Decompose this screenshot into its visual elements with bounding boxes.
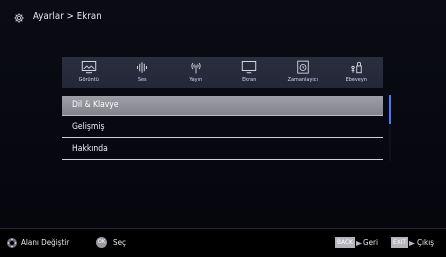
back-hint-label: Geri [363,238,378,247]
menu-item-hakkinda[interactable]: Hakkında [62,140,383,160]
tab-label: Görüntü [78,77,99,83]
tab-ebeveyn[interactable]: Ebeveyn [332,57,380,88]
tab-label: Ebeveyn [345,77,367,83]
timer-icon [297,60,309,74]
back-key-badge[interactable]: BACK [335,237,355,248]
settings-menu: Dil & Klavye Gelişmiş Hakkında [62,96,383,160]
arrow-right-icon [356,241,362,246]
tab-label: Ses [137,77,147,83]
ok-hint-label: Seç [113,238,126,247]
tv-settings-screen: Ayarlar > Ekran Görüntü Ses Yayın Ekran … [0,0,446,257]
settings-tab-bar: Görüntü Ses Yayın Ekran Zamanlayıcı Ebev… [62,57,383,88]
exit-key-badge[interactable]: EXIT [391,237,408,248]
broadcast-icon [191,62,201,74]
arrow-right-icon [409,241,415,246]
header-bar: Ayarlar > Ekran [0,0,446,34]
tab-goruntu[interactable]: Görüntü [65,57,113,88]
menu-item-gelismis[interactable]: Gelişmiş [62,118,383,138]
breadcrumb-title: Ayarlar > Ekran [33,11,102,22]
tab-label: Zamanlayıcı [287,77,318,83]
tab-ses[interactable]: Ses [118,57,166,88]
footer-hint-bar: Alanı Değiştir OK Seç BACK Geri EXIT Çık… [0,228,446,257]
monitor-icon [242,61,257,74]
gear-icon [14,13,24,23]
ok-key-badge: OK [96,237,107,248]
exit-hint-label: Çıkış [417,238,434,247]
nav-hint-label: Alanı Değiştir [21,238,70,247]
sound-icon [137,62,148,73]
tab-label: Ekran [242,77,257,83]
menu-item-dil-klavye[interactable]: Dil & Klavye [62,96,383,116]
picture-icon [81,61,96,74]
parental-lock-icon [351,61,362,74]
tab-label: Yayın [189,77,203,83]
tab-yayin[interactable]: Yayın [172,57,220,88]
navigation-pad-icon [7,238,17,248]
tab-ekran[interactable]: Ekran [225,57,273,88]
scrollbar-thumb[interactable] [389,95,391,124]
tab-zamanlayici[interactable]: Zamanlayıcı [279,57,327,88]
